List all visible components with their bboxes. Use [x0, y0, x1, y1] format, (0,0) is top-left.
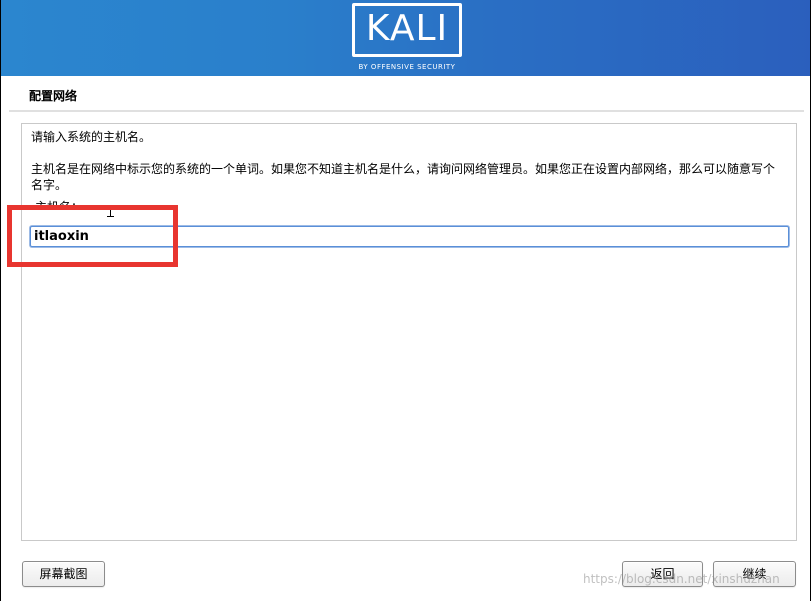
- logo-subtext: BY OFFENSIVE SECURITY: [358, 63, 456, 71]
- hostname-description: 主机名是在网络中标示您的系统的一个单词。如果您不知道主机名是什么，请询问网络管理…: [31, 162, 776, 192]
- logo-text: KALI: [365, 8, 449, 49]
- screenshot-button[interactable]: 屏幕截图: [22, 561, 105, 587]
- installer-window: KALI BY OFFENSIVE SECURITY 配置网络 请输入系统的主机…: [0, 0, 811, 601]
- back-button[interactable]: 返回: [622, 561, 703, 587]
- continue-button[interactable]: 继续: [713, 561, 796, 587]
- title-divider: [9, 110, 804, 112]
- page-title: 配置网络: [29, 89, 78, 103]
- annotation-highlight-box: [7, 205, 178, 267]
- kali-logo: KALI BY OFFENSIVE SECURITY: [352, 3, 466, 73]
- hostname-prompt: 请输入系统的主机名。: [31, 130, 152, 144]
- kali-banner: KALI BY OFFENSIVE SECURITY: [1, 0, 810, 76]
